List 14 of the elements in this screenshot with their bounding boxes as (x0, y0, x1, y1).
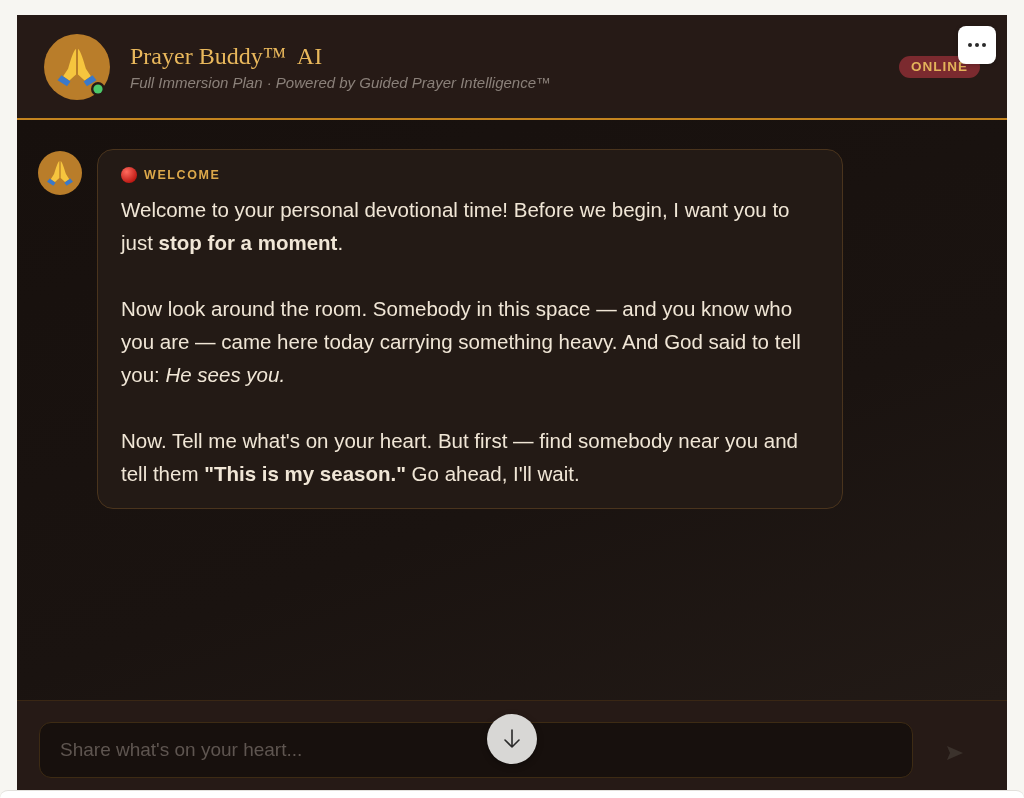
message-text: Welcome to your personal devotional time! Before we begin, I want you to just stop for a moment. (121, 197, 791, 256)
message-label: WELCOME (144, 168, 221, 182)
chat-title: Prayer Buddy™ AI (130, 42, 324, 71)
praying-hands-icon (44, 33, 110, 100)
arrow-down-icon (503, 729, 521, 749)
message-text: Now. Tell me what's on your heart. But first — find somebody near you and tell them "This is my season." Go ahead, I'll wait. (121, 428, 799, 487)
message-text: Now look around the room. Somebody in this space — and you know who you are — came here today carrying something heavy. And God said to tell you: He sees you. (121, 296, 802, 388)
praying-hands-icon (38, 151, 82, 195)
more-button[interactable] (958, 26, 996, 64)
chat-subtitle: Full Immersion Plan · Powered by Guided Prayer Intelligence™ (130, 74, 553, 92)
message-input[interactable]: Share what's on your heart... (39, 722, 913, 778)
more-icon (968, 43, 986, 47)
send-icon (947, 746, 963, 760)
dot-icon (121, 167, 137, 183)
